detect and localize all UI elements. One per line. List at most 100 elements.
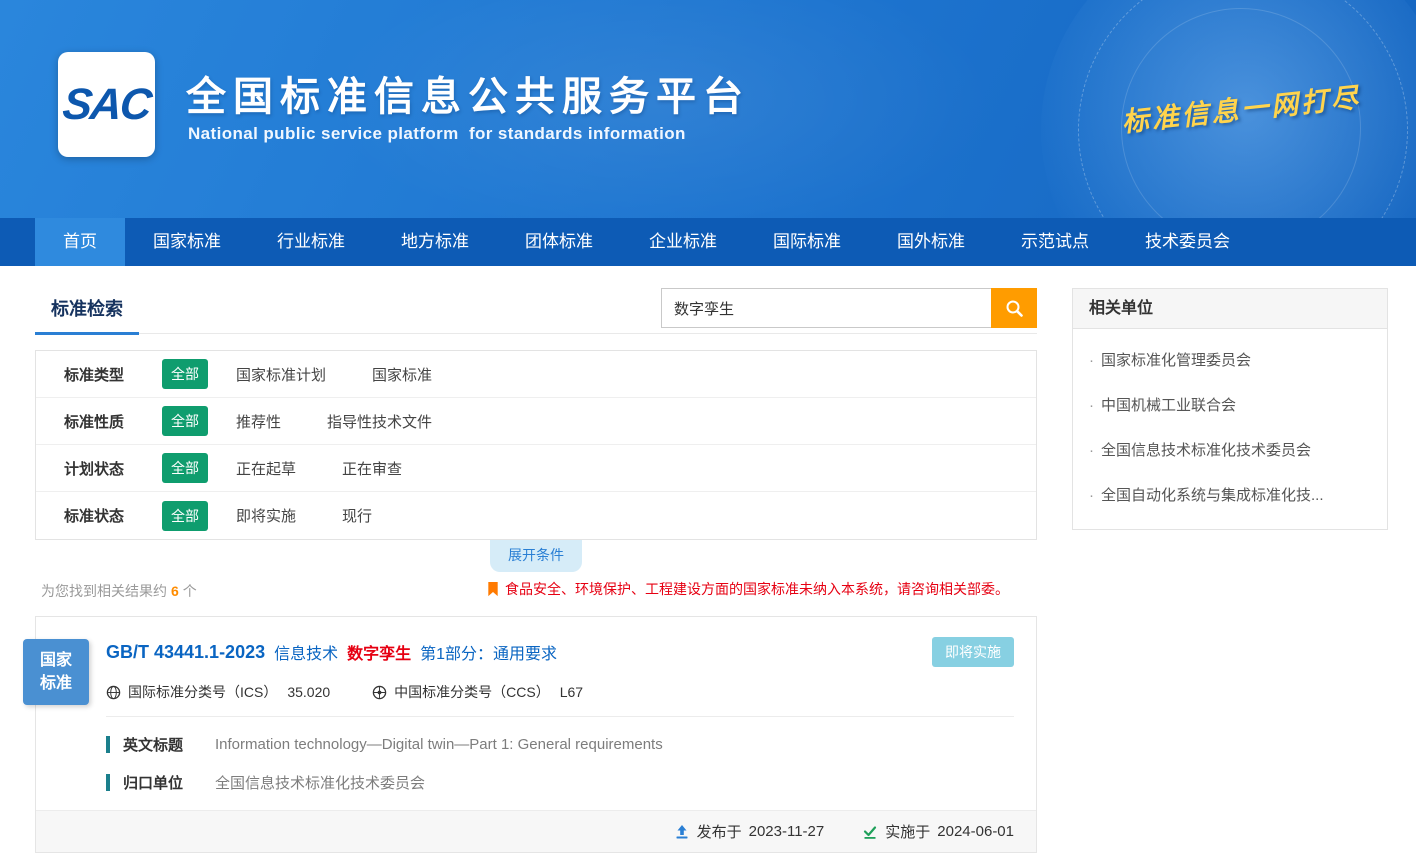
- filter-option[interactable]: 正在审查: [342, 458, 402, 479]
- nav-item-international-standards[interactable]: 国际标准: [745, 218, 869, 266]
- sidebar-item-sac[interactable]: · 国家标准化管理委员会: [1073, 337, 1387, 382]
- related-units-title: 相关单位: [1073, 289, 1387, 329]
- check-icon: [862, 824, 878, 840]
- site-title: 全国标准信息公共服务平台: [186, 64, 750, 122]
- result-count: 为您找到相关结果约6个: [41, 581, 197, 601]
- standard-number-link[interactable]: GB/T 43441.1-2023: [106, 642, 265, 663]
- site-subtitle: National public service platform for sta…: [188, 124, 686, 144]
- filter-all-button[interactable]: 全部: [162, 453, 208, 483]
- tab-standard-search[interactable]: 标准检索: [35, 295, 139, 335]
- nav-item-enterprise-standards[interactable]: 企业标准: [621, 218, 745, 266]
- filter-row-plan-status: 计划状态 全部 正在起草 正在审查: [36, 445, 1036, 492]
- search-bar: [661, 288, 1037, 328]
- english-title-row: 英文标题 Information technology—Digital twin…: [106, 734, 1014, 755]
- implement-date: 实施于 2024-06-01: [862, 821, 1014, 842]
- status-badge: 即将实施: [932, 637, 1014, 667]
- filter-option[interactable]: 推荐性: [236, 411, 281, 432]
- nav-item-industry-standards[interactable]: 行业标准: [249, 218, 373, 266]
- compass-icon: [372, 685, 387, 700]
- department-value: 全国信息技术标准化技术委员会: [215, 772, 425, 793]
- nav-item-foreign-standards[interactable]: 国外标准: [869, 218, 993, 266]
- english-title-value: Information technology—Digital twin—Part…: [215, 736, 663, 753]
- related-units-panel: 相关单位 · 国家标准化管理委员会 · 中国机械工业联合会 · 全国信息技术标准化技术…: [1072, 288, 1388, 530]
- publish-icon: [674, 824, 690, 840]
- standard-result-card: 国家 标准 GB/T 43441.1-2023 信息技术 数字孪生 第1部分：通…: [35, 616, 1037, 853]
- ics-label: 国际标准分类号（ICS）: [128, 682, 277, 702]
- filter-row-standard-status: 标准状态 全部 即将实施 现行: [36, 492, 1036, 539]
- implement-label: 实施于: [885, 821, 930, 842]
- sidebar-item-label: 国家标准化管理委员会: [1101, 352, 1251, 369]
- nav-item-local-standards[interactable]: 地方标准: [373, 218, 497, 266]
- filter-all-button[interactable]: 全部: [162, 359, 208, 389]
- standard-title-highlight[interactable]: 数字孪生: [347, 640, 411, 664]
- department-label: 归口单位: [123, 772, 201, 793]
- search-icon: [1004, 298, 1024, 318]
- filter-label: 标准类型: [64, 364, 126, 385]
- site-header: SAC 全国标准信息公共服务平台 National public service…: [0, 0, 1416, 218]
- implement-value: 2024-06-01: [937, 823, 1014, 840]
- nav-item-pilot-projects[interactable]: 示范试点: [993, 218, 1117, 266]
- sac-logo-text: SAC: [60, 80, 152, 130]
- publish-label: 发布于: [697, 821, 742, 842]
- ics-classification: 国际标准分类号（ICS） 35.020: [106, 682, 330, 702]
- related-units-list: · 国家标准化管理委员会 · 中国机械工业联合会 · 全国信息技术标准化技术委员会 ·…: [1073, 329, 1387, 529]
- nav-item-national-standards[interactable]: 国家标准: [125, 218, 249, 266]
- main-nav: 首页 国家标准 行业标准 地方标准 团体标准 企业标准 国际标准 国外标准 示范…: [0, 218, 1416, 266]
- nav-item-home[interactable]: 首页: [35, 218, 125, 266]
- filter-option[interactable]: 现行: [342, 505, 372, 526]
- filter-all-button[interactable]: 全部: [162, 406, 208, 436]
- standard-title-segment[interactable]: 第1部分：通用要求: [420, 640, 557, 664]
- ics-value: 35.020: [287, 684, 330, 700]
- filter-option[interactable]: 国家标准计划: [236, 364, 326, 385]
- classification-row: 国际标准分类号（ICS） 35.020 中国标准分类号（CCS） L67: [106, 682, 1014, 717]
- standard-title-segment[interactable]: 信息技术: [274, 640, 338, 664]
- flag-icon: [487, 582, 499, 597]
- filter-option[interactable]: 国家标准: [372, 364, 432, 385]
- nav-item-group-standards[interactable]: 团体标准: [497, 218, 621, 266]
- publish-date: 发布于 2023-11-27: [674, 821, 825, 842]
- sidebar-item-label: 全国自动化系统与集成标准化技...: [1101, 487, 1324, 504]
- main-content: 标准检索 标准类型 全部 国家标准计划 国家标准 标准性质: [0, 266, 1416, 845]
- filter-all-button[interactable]: 全部: [162, 501, 208, 531]
- sac-logo[interactable]: SAC: [58, 52, 155, 157]
- result-count-number: 6: [171, 583, 179, 599]
- sidebar-item-automation-committee[interactable]: ·全国自动化系统与集成标准化技...: [1073, 472, 1387, 517]
- results-column: 标准检索 标准类型 全部 国家标准计划 国家标准 标准性质: [35, 288, 1037, 853]
- ccs-value: L67: [560, 684, 583, 700]
- search-button[interactable]: [991, 288, 1037, 328]
- search-section: 标准检索: [35, 288, 1037, 334]
- result-count-suffix: 个: [183, 583, 197, 599]
- badge-line2: 标准: [40, 672, 72, 695]
- filter-label: 标准性质: [64, 411, 126, 432]
- filter-panel: 标准类型 全部 国家标准计划 国家标准 标准性质 全部 推荐性 指导性技术文件 …: [35, 350, 1037, 540]
- teal-bar: [106, 774, 110, 791]
- result-meta-row: 为您找到相关结果约6个 食品安全、环境保护、工程建设方面的国家标准未纳入本系统，…: [35, 578, 1037, 602]
- teal-bar: [106, 736, 110, 753]
- ccs-classification: 中国标准分类号（CCS） L67: [372, 682, 583, 702]
- publish-value: 2023-11-27: [749, 823, 825, 840]
- system-notice: 食品安全、环境保护、工程建设方面的国家标准未纳入本系统，请咨询相关部委。: [487, 579, 1009, 599]
- english-title-label: 英文标题: [123, 734, 201, 755]
- bullet: ·: [1089, 397, 1094, 414]
- sidebar-item-it-standards-committee[interactable]: · 全国信息技术标准化技术委员会: [1073, 427, 1387, 472]
- badge-line1: 国家: [40, 649, 72, 672]
- search-input[interactable]: [661, 288, 991, 328]
- department-row: 归口单位 全国信息技术标准化技术委员会: [106, 772, 1014, 793]
- filter-option[interactable]: 正在起草: [236, 458, 296, 479]
- expand-conditions-button[interactable]: 展开条件: [490, 540, 582, 572]
- nav-item-technical-committees[interactable]: 技术委员会: [1117, 218, 1258, 266]
- sidebar-item-machinery-federation[interactable]: · 中国机械工业联合会: [1073, 382, 1387, 427]
- filter-label: 计划状态: [64, 458, 126, 479]
- sidebar-item-label: 全国信息技术标准化技术委员会: [1101, 442, 1311, 459]
- bullet: ·: [1089, 352, 1094, 369]
- sidebar-item-label: 中国机械工业联合会: [1101, 397, 1236, 414]
- ccs-label: 中国标准分类号（CCS）: [394, 682, 550, 702]
- globe-icon: [106, 685, 121, 700]
- standard-title-row: GB/T 43441.1-2023 信息技术 数字孪生 第1部分：通用要求 即将…: [106, 637, 1014, 667]
- card-body: GB/T 43441.1-2023 信息技术 数字孪生 第1部分：通用要求 即将…: [36, 617, 1036, 793]
- filter-option[interactable]: 指导性技术文件: [327, 411, 432, 432]
- bullet: ·: [1089, 442, 1094, 459]
- result-count-prefix: 为您找到相关结果约: [41, 583, 167, 599]
- standard-type-badge: 国家 标准: [23, 639, 89, 705]
- filter-option[interactable]: 即将实施: [236, 505, 296, 526]
